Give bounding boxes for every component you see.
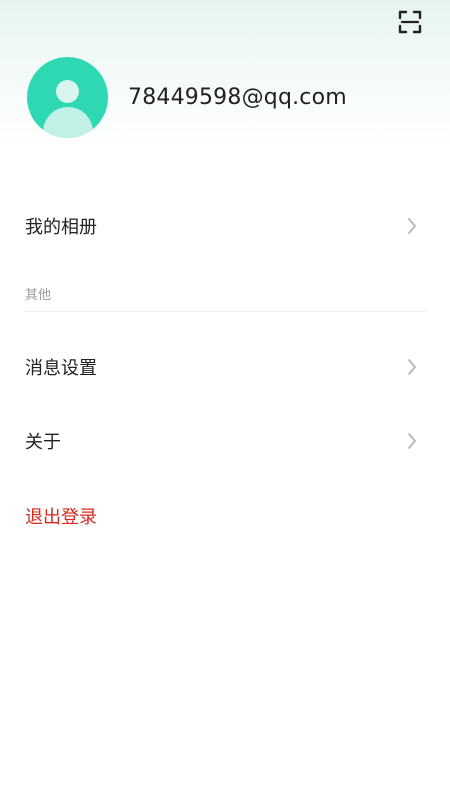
account-name: 78449598@qq.com <box>128 85 347 110</box>
section-header-other: 其他 <box>25 288 52 303</box>
divider <box>25 311 426 312</box>
menu-item-my-album[interactable]: 我的相册 <box>0 199 450 253</box>
profile-section[interactable]: 78449598@qq.com <box>27 57 347 138</box>
chevron-right-icon <box>404 216 420 236</box>
menu-item-label: 消息设置 <box>25 358 97 379</box>
menu-item-label: 关于 <box>25 432 61 453</box>
avatar-body-icon <box>43 107 93 138</box>
avatar-head-icon <box>56 80 79 103</box>
scan-icon <box>398 10 422 34</box>
logout-button[interactable]: 退出登录 <box>25 503 97 529</box>
avatar[interactable] <box>27 57 108 138</box>
chevron-right-icon <box>404 357 420 377</box>
scan-button[interactable] <box>396 8 424 36</box>
menu-item-message-settings[interactable]: 消息设置 <box>0 340 450 394</box>
chevron-right-icon <box>404 431 420 451</box>
menu-item-label: 我的相册 <box>25 217 97 238</box>
menu-item-about[interactable]: 关于 <box>0 414 450 468</box>
